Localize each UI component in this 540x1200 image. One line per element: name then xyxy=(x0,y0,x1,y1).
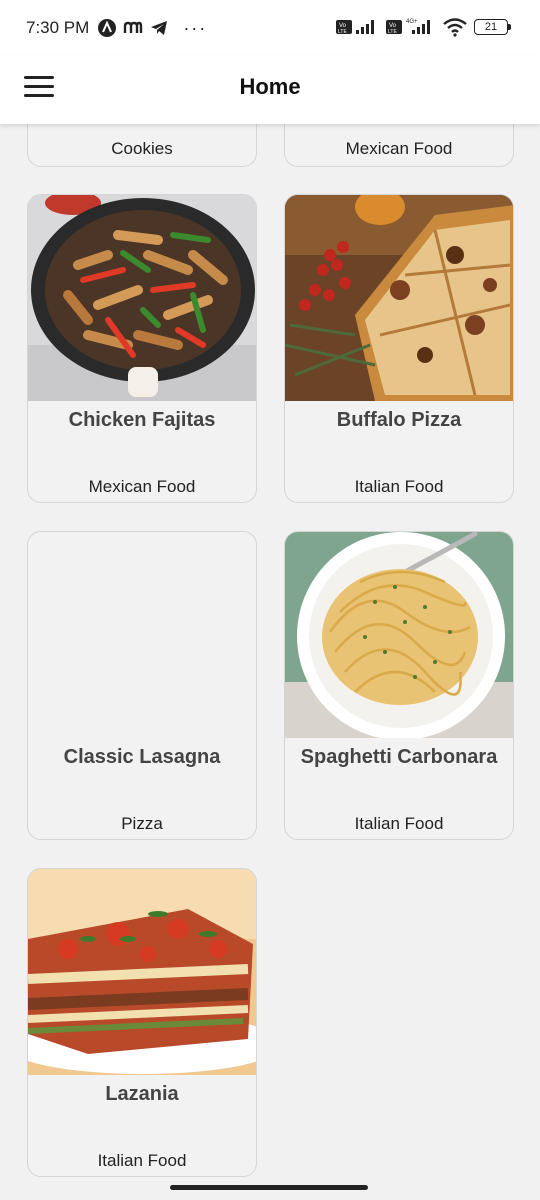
home-indicator[interactable] xyxy=(170,1185,368,1190)
svg-text:LTE: LTE xyxy=(388,29,397,35)
svg-text:LTE: LTE xyxy=(338,29,347,35)
messaging-notification-icon xyxy=(123,18,143,38)
status-time: 7:30 PM xyxy=(26,18,90,37)
recipe-card-spaghetti-carbonara[interactable]: Spaghetti Carbonara Italian Food xyxy=(284,531,514,840)
recipe-category: Mexican Food xyxy=(88,477,196,496)
recipe-category: Pizza xyxy=(121,814,163,833)
recipe-name: Lazania xyxy=(105,1083,179,1105)
recipe-card-chicken-fajitas[interactable]: Chicken Fajitas Mexican Food xyxy=(27,194,257,503)
telegram-icon xyxy=(149,18,169,38)
volte-signal-4g-icon: VoLTE4G+ xyxy=(386,19,430,35)
battery-icon: 21 xyxy=(474,19,511,35)
recipe-card-classic-lasagna[interactable]: Classic Lasagna Pizza xyxy=(27,531,257,840)
recipe-name: Buffalo Pizza xyxy=(336,409,462,431)
buffalo-pizza-image xyxy=(285,195,513,401)
recipe-card-lazania[interactable]: Lazania Italian Food xyxy=(27,868,257,1177)
wifi-icon xyxy=(443,18,467,37)
recipe-name: Chicken Fajitas xyxy=(68,409,216,431)
classic-lasagna-image-placeholder xyxy=(28,532,256,738)
recipe-name: Classic Lasagna xyxy=(63,746,221,768)
volte-signal-icon: VoLTE xyxy=(336,20,374,35)
status-bar: 7:30 PM ··· Vo LTE Vo LTE 4G+ 21 xyxy=(0,0,540,56)
recipe-category: Italian Food xyxy=(354,477,444,496)
recipe-category: Mexican Food xyxy=(345,139,453,158)
more-notifications-icon: ··· xyxy=(183,17,208,38)
recipe-category: Cookies xyxy=(111,139,173,158)
app-notification-icon xyxy=(97,18,117,38)
status-system-icons: Vo LTE Vo LTE 4G+ 21 xyxy=(336,16,511,38)
recipe-name: Spaghetti Carbonara xyxy=(300,746,498,768)
svg-text:4G+: 4G+ xyxy=(406,19,418,25)
status-notification-icons: ··· xyxy=(97,18,207,39)
app-bar: Home xyxy=(0,56,540,124)
chicken-fajitas-image xyxy=(28,195,256,401)
recipe-category: Italian Food xyxy=(97,1151,187,1170)
recipe-category: Italian Food xyxy=(354,814,444,833)
recipe-card-buffalo-pizza[interactable]: Buffalo Pizza Italian Food xyxy=(284,194,514,503)
spaghetti-carbonara-image xyxy=(285,532,513,738)
lazania-image xyxy=(28,869,256,1075)
page-title: Home xyxy=(239,74,301,99)
